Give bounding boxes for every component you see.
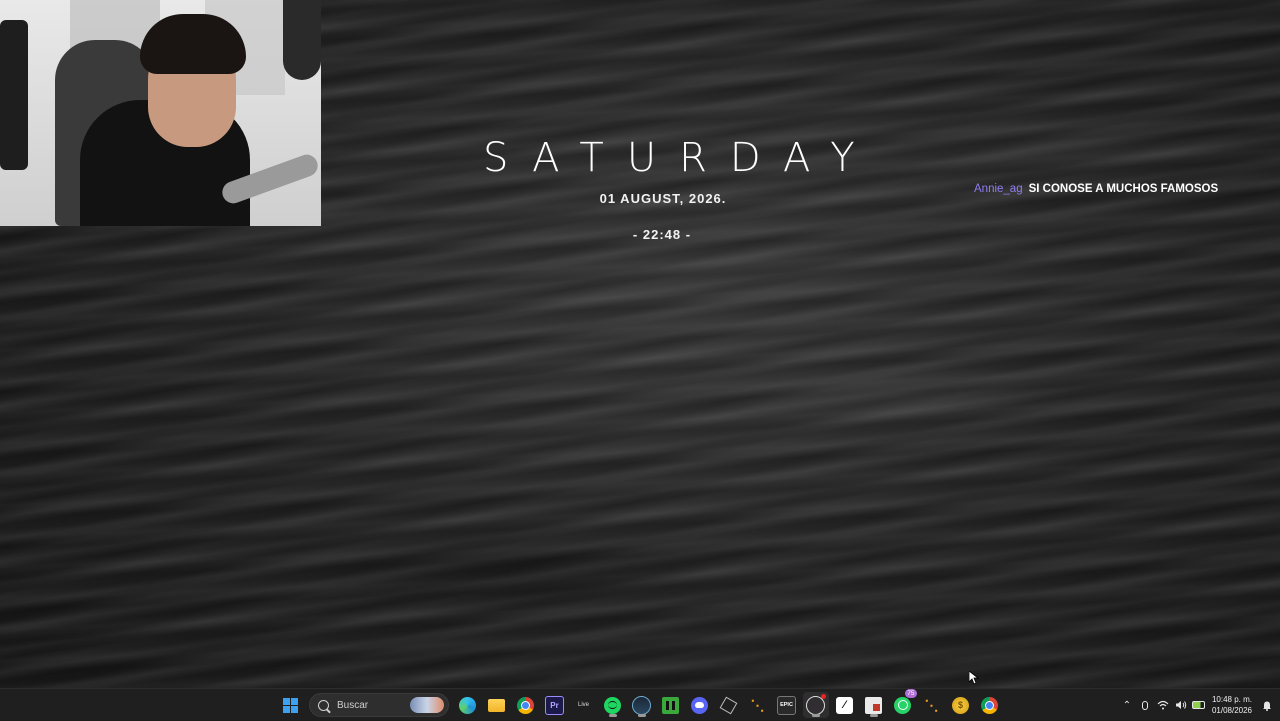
wifi-icon[interactable]: [1154, 689, 1172, 721]
notes-icon: [865, 696, 882, 714]
search-icon: [318, 699, 329, 711]
volume-icon[interactable]: [1172, 689, 1190, 721]
steam-icon: [632, 695, 651, 715]
spotify-icon: [604, 696, 621, 714]
search-placeholder: Buscar: [337, 699, 369, 711]
taskbar-apps: Buscar Pr Live ⋱ EPIC ⁄ 75 ⋱ $: [276, 689, 1004, 721]
start-button[interactable]: [278, 692, 304, 718]
edge-icon: [459, 696, 476, 714]
mouse-cursor-icon: [969, 671, 979, 685]
taskbar-app-epic[interactable]: EPIC: [774, 692, 800, 718]
search-box[interactable]: Buscar: [309, 693, 449, 717]
webcam-guitar: [283, 0, 321, 80]
pencil-icon: ⁄: [836, 696, 853, 714]
clock-time: 10:48 p. m.: [1211, 695, 1252, 704]
weekday-title: SATURDAY: [483, 135, 878, 181]
taskbar-app-premiere[interactable]: Pr: [542, 692, 568, 718]
taskbar-app-coin[interactable]: $: [948, 692, 974, 718]
microphone-icon[interactable]: [1136, 689, 1154, 721]
taskbar-app-live[interactable]: Live: [571, 692, 597, 718]
taskbar-app-edge[interactable]: [455, 692, 481, 718]
live-icon: Live: [577, 702, 589, 708]
chevron-up-icon[interactable]: ⌃: [1118, 689, 1136, 721]
taskbar-app-steam[interactable]: [629, 692, 655, 718]
chat-text: SI CONOSE A MUCHOS FAMOSOS: [1028, 183, 1219, 195]
taskbar-app-minecraft[interactable]: [658, 692, 684, 718]
battery-icon[interactable]: [1190, 689, 1208, 721]
app-orange2-icon: ⋱: [924, 696, 939, 713]
webcam-overlay: [0, 0, 321, 226]
webcam-bag: [0, 20, 28, 170]
folder-icon: [488, 698, 505, 712]
windows-logo-icon: [283, 697, 298, 713]
clock-date: 01/08/2026: [1211, 706, 1252, 715]
taskbar-app-unity[interactable]: [716, 692, 742, 718]
webcam-person-hair: [140, 14, 246, 74]
chat-message: Annie_ag SI CONOSE A MUCHOS FAMOSOS: [974, 183, 1218, 195]
taskbar-app-orange2[interactable]: ⋱: [919, 692, 945, 718]
taskbar-app-discord[interactable]: [687, 692, 713, 718]
taskbar-app-notes[interactable]: [861, 692, 887, 718]
coin-icon: $: [952, 696, 969, 714]
recording-dot-icon: [820, 694, 826, 699]
taskbar: Buscar Pr Live ⋱ EPIC ⁄ 75 ⋱ $ ⌃ 10:48 p…: [0, 688, 1280, 720]
epic-icon: EPIC: [777, 695, 796, 715]
time-text: - 22:48 -: [632, 227, 692, 242]
chrome2-icon: [981, 696, 998, 714]
taskbar-app-explorer[interactable]: [484, 692, 510, 718]
minecraft-icon: [662, 696, 679, 714]
taskbar-clock[interactable]: 10:48 p. m. 01/08/2026: [1212, 694, 1252, 716]
taskbar-app-spotify[interactable]: [600, 692, 626, 718]
taskbar-app-whatsapp[interactable]: 75: [890, 689, 917, 718]
chat-username: Annie_ag: [974, 183, 1023, 195]
chrome-icon: [517, 696, 534, 714]
system-tray: ⌃ 10:48 p. m. 01/08/2026: [1118, 689, 1280, 721]
premiere-icon: Pr: [545, 695, 564, 715]
date-text: 01 AUGUST, 2026.: [599, 191, 727, 206]
app-orange-icon: ⋱: [750, 696, 765, 713]
search-highlight-icon: [410, 697, 444, 713]
taskbar-app-chrome2[interactable]: [977, 692, 1003, 718]
unity-icon: [719, 696, 738, 714]
taskbar-app-chrome[interactable]: [513, 692, 539, 718]
taskbar-app-pencil[interactable]: ⁄: [832, 692, 858, 718]
whatsapp-icon: [894, 696, 911, 714]
taskbar-app-obs[interactable]: [802, 692, 829, 718]
notification-badge: 75: [905, 689, 917, 698]
discord-icon: [691, 696, 708, 714]
taskbar-app-orange[interactable]: ⋱: [745, 692, 771, 718]
notification-bell-icon[interactable]: [1258, 689, 1276, 721]
